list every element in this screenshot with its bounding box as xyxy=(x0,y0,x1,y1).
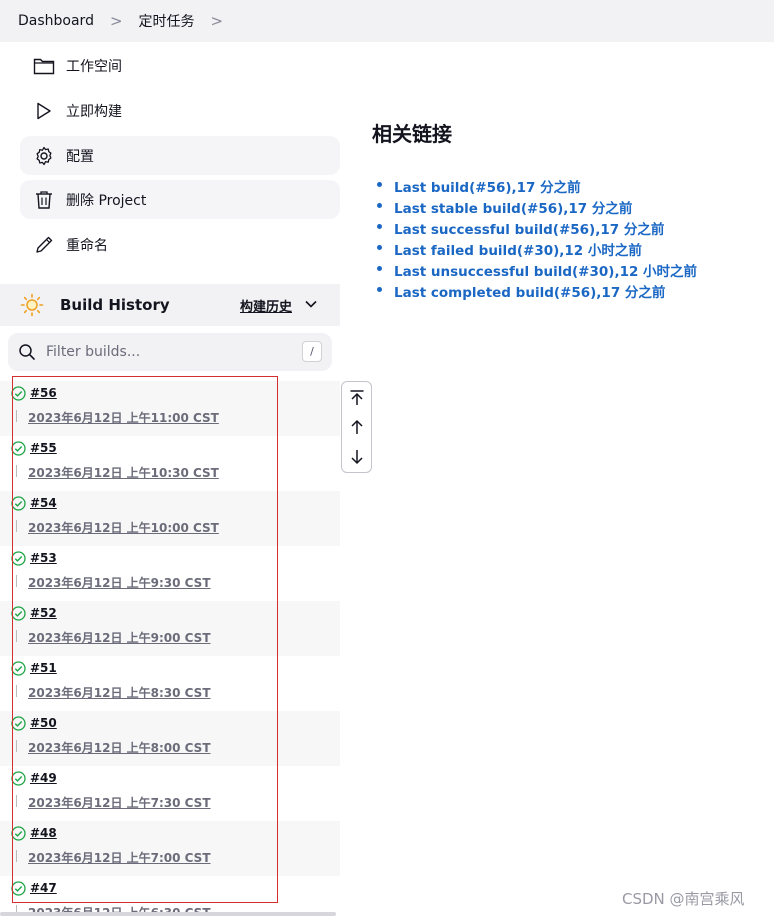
task-label: 配置 xyxy=(66,148,94,165)
build-number-link[interactable]: #49 xyxy=(30,771,57,785)
folder-icon xyxy=(30,54,58,78)
timeline-divider xyxy=(16,685,17,697)
success-check-icon xyxy=(11,771,26,786)
breadcrumb-job[interactable]: 定时任务 xyxy=(139,11,195,31)
success-check-icon xyxy=(11,881,26,896)
build-number-link[interactable]: #53 xyxy=(30,551,57,565)
build-number-link[interactable]: #56 xyxy=(30,386,57,400)
link-last-stable-build[interactable]: Last stable build(#56),17 分之前 xyxy=(377,197,754,218)
build-history-header: Build History 构建历史 xyxy=(0,284,340,326)
build-number-link[interactable]: #55 xyxy=(30,441,57,455)
task-label: 删除 Project xyxy=(66,192,147,209)
success-check-icon xyxy=(11,661,26,676)
related-links-list: Last build(#56),17 分之前 Last stable build… xyxy=(377,176,754,302)
build-number-link[interactable]: #52 xyxy=(30,606,57,620)
build-row[interactable]: #47 2023年6月12日 上午6:30 CST xyxy=(0,876,340,916)
breadcrumb: Dashboard > 定时任务 > xyxy=(0,0,774,42)
build-list: #56 2023年6月12日 上午11:00 CST #55 2023年6月12日 上… xyxy=(0,381,340,916)
build-number-link[interactable]: #48 xyxy=(30,826,57,840)
build-date-link[interactable]: 2023年6月12日 上午8:00 CST xyxy=(28,739,211,756)
success-check-icon xyxy=(11,386,26,401)
breadcrumb-separator[interactable]: > xyxy=(211,12,224,30)
build-date-link[interactable]: 2023年6月12日 上午9:30 CST xyxy=(28,574,211,591)
timeline-divider xyxy=(16,850,17,862)
play-icon xyxy=(30,99,58,123)
build-row[interactable]: #51 2023年6月12日 上午8:30 CST xyxy=(0,656,340,711)
build-row[interactable]: #49 2023年6月12日 上午7:30 CST xyxy=(0,766,340,821)
timeline-divider xyxy=(16,465,17,477)
related-links-title: 相关链接 xyxy=(372,122,452,146)
build-number-link[interactable]: #50 xyxy=(30,716,57,730)
task-build-now[interactable]: 立即构建 xyxy=(20,91,340,130)
build-row[interactable]: #50 2023年6月12日 上午8:00 CST xyxy=(0,711,340,766)
link-last-completed-build[interactable]: Last completed build(#56),17 分之前 xyxy=(377,281,754,302)
build-row[interactable]: #55 2023年6月12日 上午10:30 CST xyxy=(0,436,340,491)
build-date-link[interactable]: 2023年6月12日 上午11:00 CST xyxy=(28,409,219,426)
success-check-icon xyxy=(11,716,26,731)
keyboard-shortcut-badge: / xyxy=(302,341,322,362)
link-last-unsuccessful-build[interactable]: Last unsuccessful build(#30),12 小时之前 xyxy=(377,260,754,281)
build-number-link[interactable]: #47 xyxy=(30,881,57,895)
page-up-button[interactable] xyxy=(342,412,371,442)
build-row[interactable]: #53 2023年6月12日 上午9:30 CST xyxy=(0,546,340,601)
build-row[interactable]: #56 2023年6月12日 上午11:00 CST xyxy=(0,381,340,436)
arrow-up-icon xyxy=(350,419,363,434)
sun-icon xyxy=(20,293,44,317)
arrow-down-icon xyxy=(350,450,363,465)
build-history-title: Build History xyxy=(60,296,170,314)
breadcrumb-dashboard[interactable]: Dashboard xyxy=(18,13,94,29)
filter-builds: / xyxy=(8,333,332,371)
pencil-icon xyxy=(30,233,58,257)
trash-icon xyxy=(30,188,58,212)
timeline-divider xyxy=(16,795,17,807)
related-links: 相关链接 Last build(#56),17 分之前 Last stable … xyxy=(372,118,697,301)
build-date-link[interactable]: 2023年6月12日 上午7:30 CST xyxy=(28,794,211,811)
task-label: 工作空间 xyxy=(66,58,122,75)
chevron-down-icon[interactable] xyxy=(304,297,318,311)
build-trend-link[interactable]: 构建历史 xyxy=(240,296,292,315)
filter-builds-input[interactable] xyxy=(46,344,266,360)
task-workspace[interactable]: 工作空间 xyxy=(20,46,340,85)
build-date-link[interactable]: 2023年6月12日 上午9:00 CST xyxy=(28,629,211,646)
task-rename[interactable]: 重命名 xyxy=(20,225,340,264)
success-check-icon xyxy=(11,496,26,511)
scroll-top-icon xyxy=(350,390,363,405)
build-row[interactable]: #52 2023年6月12日 上午9:00 CST xyxy=(0,601,340,656)
success-check-icon xyxy=(11,606,26,621)
watermark: CSDN @南宫乘风 xyxy=(622,890,745,908)
link-last-successful-build[interactable]: Last successful build(#56),17 分之前 xyxy=(377,218,754,239)
build-row[interactable]: #54 2023年6月12日 上午10:00 CST xyxy=(0,491,340,546)
success-check-icon xyxy=(11,551,26,566)
task-label: 重命名 xyxy=(66,237,108,254)
timeline-divider xyxy=(16,630,17,642)
build-history-pager xyxy=(341,381,372,473)
gear-icon xyxy=(30,144,58,168)
build-row[interactable]: #48 2023年6月12日 上午7:00 CST xyxy=(0,821,340,876)
task-label: 立即构建 xyxy=(66,103,122,120)
build-date-link[interactable]: 2023年6月12日 上午8:30 CST xyxy=(28,684,211,701)
build-date-link[interactable]: 2023年6月12日 上午10:00 CST xyxy=(28,519,219,536)
build-date-link[interactable]: 2023年6月12日 上午7:00 CST xyxy=(28,849,211,866)
scroll-top-button[interactable] xyxy=(342,383,371,413)
timeline-divider xyxy=(16,740,17,752)
horizontal-scrollbar[interactable] xyxy=(0,912,336,916)
build-date-link[interactable]: 2023年6月12日 上午10:30 CST xyxy=(28,464,219,481)
task-delete-project[interactable]: 删除 Project xyxy=(20,180,340,219)
success-check-icon xyxy=(11,826,26,841)
timeline-divider xyxy=(16,575,17,587)
timeline-divider xyxy=(16,520,17,532)
breadcrumb-separator: > xyxy=(109,12,123,30)
search-icon xyxy=(19,344,35,360)
page-down-button[interactable] xyxy=(342,442,371,472)
task-configure[interactable]: 配置 xyxy=(20,136,340,175)
link-last-failed-build[interactable]: Last failed build(#30),12 小时之前 xyxy=(377,239,754,260)
timeline-divider xyxy=(16,410,17,422)
build-number-link[interactable]: #51 xyxy=(30,661,57,675)
link-last-build[interactable]: Last build(#56),17 分之前 xyxy=(377,176,754,197)
build-number-link[interactable]: #54 xyxy=(30,496,57,510)
success-check-icon xyxy=(11,441,26,456)
